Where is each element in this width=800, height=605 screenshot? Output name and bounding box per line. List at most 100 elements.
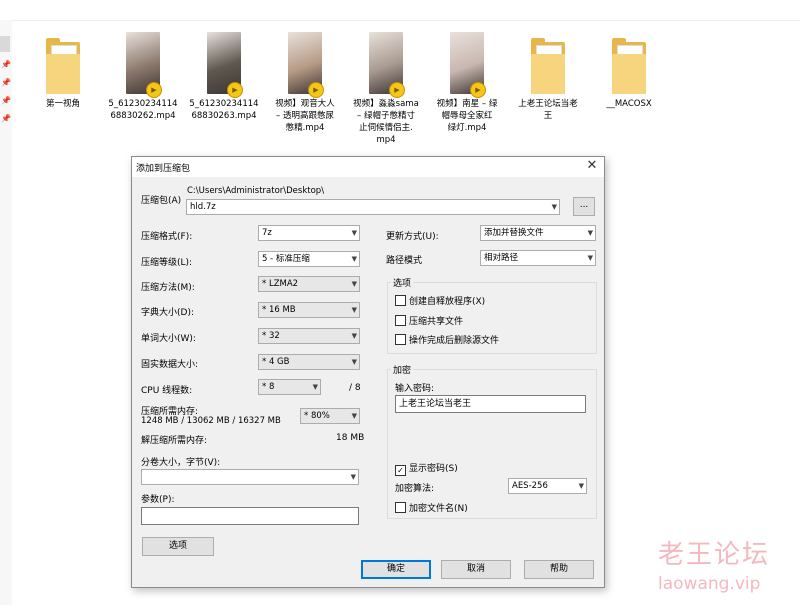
file-name-line: 5_61230234114 [108,99,178,109]
nav-pane-selection[interactable] [0,36,10,52]
close-icon[interactable]: ✕ [584,158,600,174]
password-label: 输入密码: [395,384,435,394]
chevron-down-icon: ▼ [351,332,357,340]
method-select[interactable]: * LZMA2 ▼ [258,276,360,292]
add-to-archive-dialog: 添加到压缩包 ✕ 压缩包(A) C:\Users\Administrator\D… [131,156,605,588]
help-button[interactable]: 帮助 [524,560,594,579]
decomp-value: 18 MB [336,433,365,443]
chevron-down-icon: ▼ [578,482,584,490]
file-item-video[interactable]: ▶ 视频】淼淼sama – 绿帽子憋精寸 止伺候情侣主. mp4 [346,32,426,146]
checkbox-box [395,295,406,306]
file-item-folder[interactable]: __MACOSX [589,32,669,110]
watermark-cn: 老王论坛 [658,540,771,570]
solid-value: * 4 GB [262,357,290,367]
encrypt-names-label: 加密文件名(N) [409,504,468,514]
level-select[interactable]: 5 - 标准压缩 ▼ [258,251,360,267]
encrypt-names-checkbox[interactable]: 加密文件名(N) [395,501,468,514]
file-name-line: 止伺候情侣主. [359,123,413,133]
params-input[interactable] [141,507,359,525]
video-thumbnail-icon: ▶ [126,32,162,98]
update-value: 添加并替换文件 [484,228,544,238]
cpu-label: CPU 线程数: [141,386,193,396]
solid-select[interactable]: * 4 GB ▼ [258,354,360,370]
pin-icon: 📌 [1,60,11,69]
file-name-line: 上老王论坛当老 [518,99,578,109]
video-thumbnail-icon: ▶ [288,32,324,98]
chevron-down-icon: ▼ [351,412,357,420]
split-combobox[interactable]: ▼ [141,469,359,485]
browse-button[interactable]: ... [573,197,595,216]
mem-value: 1248 MB / 13062 MB / 16327 MB [141,416,281,426]
file-item-folder[interactable]: 上老王论坛当老 王 [508,32,588,122]
cancel-button[interactable]: 取消 [441,560,511,579]
video-thumbnail-icon: ▶ [369,32,405,98]
level-label: 压缩等级(L): [141,258,193,268]
archive-name-combobox[interactable]: hld.7z ▼ [186,199,560,215]
file-name-line: 憋精.mp4 [285,123,325,133]
folder-icon [46,38,80,94]
format-value: 7z [262,228,272,238]
file-name-line: 68830263.mp4 [191,111,257,121]
delete-source-checkbox[interactable]: 操作完成后删除源文件 [395,333,499,346]
checkbox-box [395,334,406,345]
format-label: 压缩格式(F): [141,232,193,242]
sfx-label: 创建自释放程序(X) [409,297,486,307]
cpu-value: * 8 [262,382,275,392]
password-input[interactable]: 上老王论坛当老王 [395,395,586,413]
file-name-line: 帽辱母全家红 [441,111,493,121]
enc-method-select[interactable]: AES-256 ▼ [508,478,587,494]
file-name-line: 视频】淼淼sama [353,99,419,109]
checkbox-box [395,502,406,513]
encryption-group-label: 加密 [391,363,414,376]
delete-source-label: 操作完成后删除源文件 [409,336,500,346]
chevron-down-icon: ▼ [312,383,318,391]
path-mode-select[interactable]: 相对路径 ▼ [480,250,596,266]
word-label: 单词大小(W): [141,334,196,344]
dialog-titlebar[interactable]: 添加到压缩包 ✕ [132,157,604,177]
file-name: 第一视角 [45,99,80,109]
chevron-down-icon: ▼ [351,229,357,237]
show-password-checkbox[interactable]: ✓ 显示密码(S) [395,461,458,476]
file-name-line: – 透明高跟憋尿 [276,111,334,121]
split-label: 分卷大小，字节(V): [141,458,221,468]
chevron-down-icon: ▼ [350,473,356,481]
update-select[interactable]: 添加并替换文件 ▼ [480,225,596,241]
file-name-line: 68830262.mp4 [110,111,176,121]
word-select[interactable]: * 32 ▼ [258,328,360,344]
word-value: * 32 [262,331,280,341]
checkbox-box [395,315,406,326]
file-item-video[interactable]: ▶ 5_61230234114 68830263.mp4 [184,32,264,122]
file-item-video[interactable]: ▶ 视频】观音大人 – 透明高跟憋尿 憋精.mp4 [265,32,345,134]
dict-select[interactable]: * 16 MB ▼ [258,302,360,318]
options-button[interactable]: 选项 [142,537,214,556]
chevron-down-icon: ▼ [351,358,357,366]
cpu-select[interactable]: * 8 ▼ [258,379,321,395]
chevron-down-icon: ▼ [351,306,357,314]
file-item-folder[interactable]: 第一视角 [23,32,103,110]
options-group-label: 选项 [391,276,414,289]
folder-icon [612,38,646,94]
shared-checkbox[interactable]: 压缩共享文件 [395,314,463,327]
explorer-nav-pane [0,20,12,605]
dict-label: 字典大小(D): [141,308,194,318]
sfx-checkbox[interactable]: 创建自释放程序(X) [395,294,485,307]
file-name-line: 绿灯.mp4 [447,123,487,133]
file-name-line: 王 [543,111,553,121]
method-value: * LZMA2 [262,279,299,289]
format-select[interactable]: 7z ▼ [258,225,360,241]
ok-button[interactable]: 确定 [361,560,431,579]
level-value: 5 - 标准压缩 [262,254,310,264]
dialog-title: 添加到压缩包 [136,164,191,174]
chevron-down-icon: ▼ [587,254,593,262]
video-thumbnail-icon: ▶ [450,32,486,98]
update-label: 更新方式(U): [386,232,439,242]
mem-percent-select[interactable]: * 80% ▼ [300,408,360,424]
cpu-total: / 8 [349,383,361,393]
file-name-line: 5_61230234114 [189,99,259,109]
file-item-video[interactable]: ▶ 5_61230234114 68830262.mp4 [103,32,183,122]
folder-icon [531,38,565,94]
file-item-video[interactable]: ▶ 视频】南星 – 绿 帽辱母全家红 绿灯.mp4 [427,32,507,134]
video-badge-icon: ▶ [227,82,243,98]
decomp-label: 解压缩所需内存: [141,436,208,446]
video-badge-icon: ▶ [308,82,324,98]
